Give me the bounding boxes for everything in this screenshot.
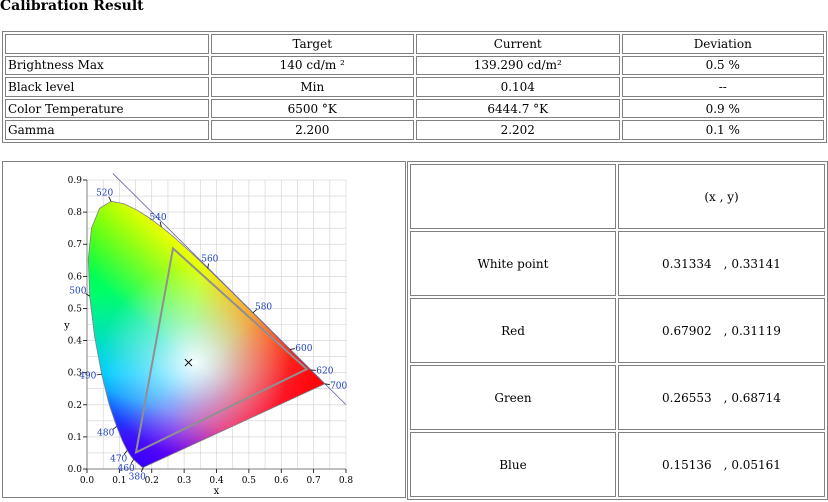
table-row: Green 0.26553, 0.68714 xyxy=(410,365,825,430)
y-tick-label: 0.1 xyxy=(68,433,82,443)
y-tick-label: 0.7 xyxy=(68,240,83,250)
cie-diagram-svg: 0.0 0.1 0.2 0.3 0.4 0.5 0.6 0.7 0.80.00.10.20.30… xyxy=(63,173,354,497)
wavelength-label: 490 xyxy=(79,371,96,381)
deviation-value: 0.5 % xyxy=(621,55,824,76)
current-value: 139.290 cd/m² xyxy=(416,55,620,76)
y-axis-label: y xyxy=(63,321,70,332)
current-value: 0.104 xyxy=(416,77,620,97)
x-tick-label: 0.2 xyxy=(145,476,159,486)
y-tick-label: 0.2 xyxy=(68,401,82,411)
deviation-value: -- xyxy=(621,77,824,97)
wavelength-label: 700 xyxy=(330,381,347,391)
table-row: Brightness Max 140 cd/m ² 139.290 cd/m² … xyxy=(5,55,824,76)
spectrum-white xyxy=(88,201,325,468)
points-header-xy: (x , y) xyxy=(617,164,825,229)
calibration-results-table: Target Current Deviation Brightness Max … xyxy=(2,31,827,143)
table-header-blank xyxy=(5,34,209,54)
y-tick-label: 0.4 xyxy=(68,337,83,347)
table-header-deviation: Deviation xyxy=(621,34,824,54)
page-title: Calibration Result xyxy=(0,0,144,14)
point-coordinates: 0.31334, 0.33141 xyxy=(617,231,825,296)
point-label: White point xyxy=(410,231,616,296)
table-header-current: Current xyxy=(416,34,620,54)
wavelength-label: 560 xyxy=(201,255,218,265)
point-coordinates: 0.26553, 0.68714 xyxy=(617,365,825,430)
row-label: Brightness Max xyxy=(5,55,209,76)
point-y-value: 0.05161 xyxy=(731,457,781,472)
table-header-target: Target xyxy=(210,34,414,54)
wavelength-tick xyxy=(140,467,144,473)
points-header-row: (x , y) xyxy=(410,164,825,229)
table-row: Blue 0.15136, 0.05161 xyxy=(410,432,825,497)
point-x-value: 0.26553 xyxy=(662,390,712,405)
y-tick-label: 0.5 xyxy=(68,304,83,314)
x-tick-label: 0.3 xyxy=(177,476,192,486)
wavelength-label: 460 xyxy=(118,464,135,474)
points-header-blank xyxy=(410,164,616,229)
row-label: Color Temperature xyxy=(5,98,209,119)
row-label: Black level xyxy=(5,77,209,97)
x-tick-label: 0.5 xyxy=(242,476,257,486)
target-value: 140 cd/m ² xyxy=(210,55,414,76)
y-tick-label: 0.0 xyxy=(68,465,83,475)
chromaticity-color-fill xyxy=(88,201,325,468)
y-tick-label: 0.9 xyxy=(68,176,83,186)
point-label: Green xyxy=(410,365,616,430)
x-axis-label: x xyxy=(214,486,220,497)
point-y-value: 0.33141 xyxy=(731,256,781,271)
wavelength-label: 600 xyxy=(295,344,312,354)
table-header-row: Target Current Deviation xyxy=(5,34,824,54)
y-tick-label: 0.8 xyxy=(68,208,83,218)
point-label: Blue xyxy=(410,432,616,497)
current-value: 2.202 xyxy=(416,120,620,140)
table-row: Color Temperature 6500 °K 6444.7 °K 0.9 … xyxy=(5,98,824,119)
wavelength-label: 620 xyxy=(316,367,333,377)
chromaticity-points-table: (x , y) White point 0.31334, 0.33141 Red… xyxy=(407,161,828,500)
point-y-value: 0.31119 xyxy=(731,323,781,338)
x-tick-label: 0.0 xyxy=(80,476,95,486)
target-value: Min xyxy=(210,77,414,97)
x-tick-label: 0.8 xyxy=(339,476,354,486)
x-tick-label: 0.6 xyxy=(274,476,289,486)
wavelength-label: 470 xyxy=(110,454,127,464)
row-label: Gamma xyxy=(5,120,209,140)
x-tick-label: 0.4 xyxy=(209,476,224,486)
deviation-value: 0.9 % xyxy=(621,98,824,119)
x-tick-label: 0.7 xyxy=(306,476,321,486)
wavelength-label: 580 xyxy=(255,302,272,312)
point-coordinates: 0.15136, 0.05161 xyxy=(617,432,825,497)
point-x-value: 0.15136 xyxy=(662,457,712,472)
wavelength-tick xyxy=(96,373,102,376)
table-row: Gamma 2.200 2.202 0.1 % xyxy=(5,120,824,140)
point-x-value: 0.31334 xyxy=(662,256,712,271)
table-row: Black level Min 0.104 -- xyxy=(5,77,824,97)
wavelength-tick xyxy=(289,348,295,350)
wavelength-label: 540 xyxy=(149,213,166,223)
y-tick-label: 0.6 xyxy=(68,272,83,282)
deviation-value: 0.1 % xyxy=(621,120,824,140)
current-value: 6444.7 °K xyxy=(416,98,620,119)
point-x-value: 0.67902 xyxy=(662,323,712,338)
point-coordinates: 0.67902, 0.31119 xyxy=(617,298,825,363)
target-value: 6500 °K xyxy=(210,98,414,119)
cie-chromaticity-chart: 0.0 0.1 0.2 0.3 0.4 0.5 0.6 0.7 0.8 0.0 0.1 0.2 0.3 0… xyxy=(2,161,406,498)
wavelength-label: 480 xyxy=(97,429,114,439)
wavelength-label: 520 xyxy=(96,188,113,198)
table-row: Red 0.67902, 0.31119 xyxy=(410,298,825,363)
wavelength-label: 500 xyxy=(69,287,86,297)
target-value: 2.200 xyxy=(210,120,414,140)
x-tick-label: 0.1 xyxy=(112,476,126,486)
point-y-value: 0.68714 xyxy=(731,390,781,405)
table-row: White point 0.31334, 0.33141 xyxy=(410,231,825,296)
point-label: Red xyxy=(410,298,616,363)
